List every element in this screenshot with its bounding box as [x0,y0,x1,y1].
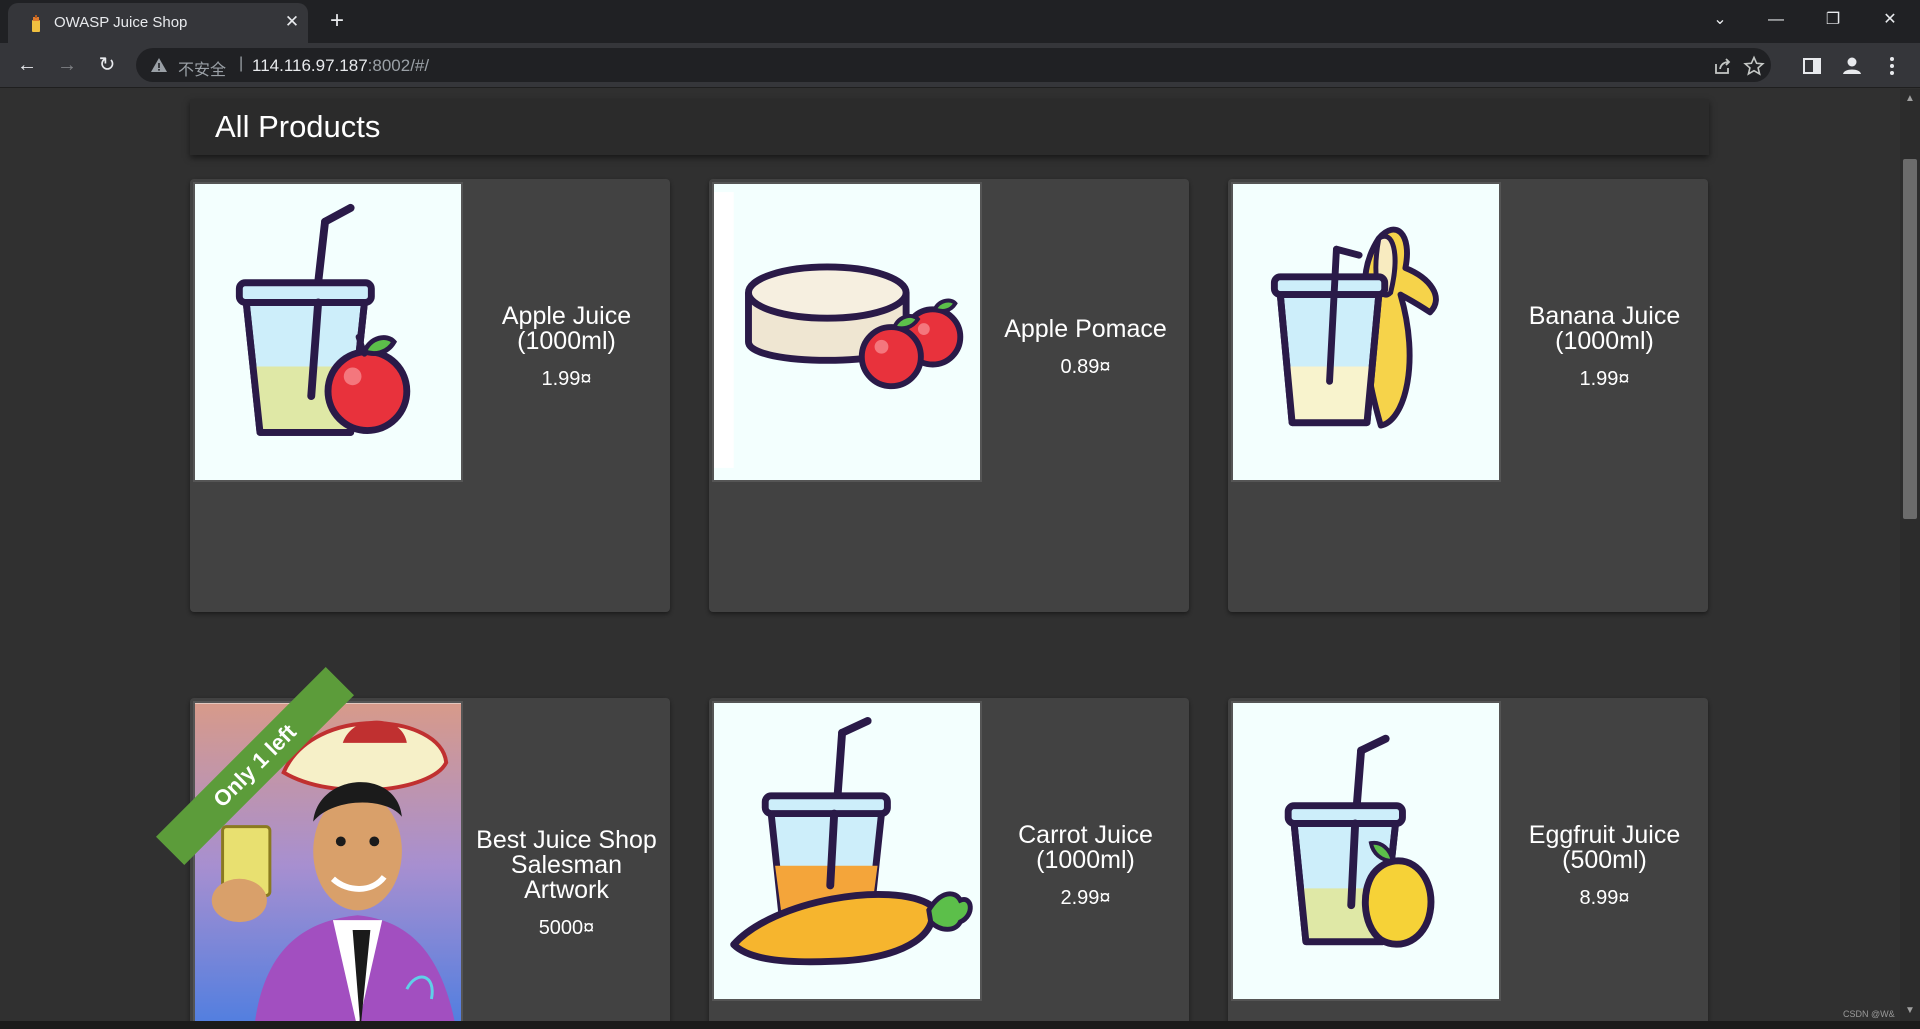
product-price: 8.99¤ [1579,887,1630,909]
product-image-carrot-juice[interactable] [712,701,982,1001]
bottom-strip [0,1021,1920,1029]
address-separator: | [239,55,244,72]
product-image-banana-juice[interactable] [1231,182,1501,482]
product-image-apple-juice[interactable] [193,182,463,482]
product-image-salesman-artwork[interactable] [193,701,463,1021]
product-card-apple-juice[interactable]: Apple Juice (1000ml) 1.99¤ [190,179,670,612]
side-panel-icon[interactable] [1799,53,1825,79]
security-label[interactable]: 不安全 [178,56,226,80]
reload-button[interactable]: ↻ [91,49,123,81]
product-price: 2.99¤ [1060,887,1111,909]
browser-tabstrip: OWASP Juice Shop ✕ + ⌄ — ❐ ✕ [0,0,1920,43]
product-card-banana-juice[interactable]: Banana Juice (1000ml) 1.99¤ [1228,179,1708,612]
menu-icon[interactable] [1879,53,1905,79]
product-price: 1.99¤ [541,368,592,390]
tab-close-icon[interactable]: ✕ [281,11,303,33]
product-name: Eggfruit Juice (500ml) [1528,821,1681,874]
product-card-apple-pomace[interactable]: Apple Pomace 0.89¤ [709,179,1189,612]
tab-title: OWASP Juice Shop [54,14,188,31]
product-card-salesman-artwork[interactable]: Only 1 left Best Juice Shop Salesman Art… [156,667,670,1021]
product-info: Eggfruit Juice (500ml) 8.99¤ [1501,823,1708,910]
product-name: Apple Pomace [1004,315,1167,343]
minimize-button[interactable]: — [1756,6,1796,34]
share-icon[interactable] [1712,55,1734,77]
scroll-thumb[interactable] [1903,159,1917,519]
juice-shop-favicon-icon [28,15,44,33]
warning-icon[interactable] [150,56,168,74]
forward-button[interactable]: → [51,49,83,81]
browser-toolbar: ← → ↻ 不安全 | 114.116.97.187:8002/#/ [0,43,1920,88]
product-card-eggfruit-juice[interactable]: Eggfruit Juice (500ml) 8.99¤ [1228,698,1708,1021]
browser-tab[interactable]: OWASP Juice Shop ✕ [8,3,308,43]
tab-search-dropdown-icon[interactable]: ⌄ [1700,6,1740,34]
profile-icon[interactable] [1839,53,1865,79]
scroll-down-icon[interactable]: ▼ [1903,1004,1917,1018]
scroll-up-icon[interactable]: ▲ [1903,92,1917,106]
product-name: Carrot Juice (1000ml) [1018,821,1153,874]
product-name: Banana Juice (1000ml) [1528,302,1681,355]
products-header: All Products [190,99,1709,155]
product-info: Apple Juice (1000ml) 1.99¤ [463,304,670,391]
product-price: 5000¤ [538,917,595,939]
star-icon[interactable] [1743,55,1765,77]
new-tab-button[interactable]: + [323,8,351,36]
product-card-carrot-juice[interactable]: Carrot Juice (1000ml) 2.99¤ [709,698,1189,1021]
product-info: Apple Pomace 0.89¤ [982,317,1189,379]
product-name: Apple Juice (1000ml) [501,302,632,355]
window-close-button[interactable]: ✕ [1870,6,1910,34]
restore-button[interactable]: ❐ [1813,6,1853,34]
page-content: All Products Apple Juice (1000ml) 1.99¤ … [0,89,1900,1021]
product-info: Best Juice Shop Salesman Artwork 5000¤ [463,828,670,940]
product-price: 0.89¤ [1060,356,1111,378]
url-path: :8002/#/ [367,56,430,75]
watermark: CSDN @W& [1843,1009,1895,1019]
product-image-eggfruit-juice[interactable] [1231,701,1501,1001]
url-host: 114.116.97.187 [252,56,368,75]
product-name: Best Juice Shop Salesman Artwork [476,826,657,904]
page-scrollbar[interactable]: ▲ ▼ [1900,89,1920,1021]
product-image-apple-pomace[interactable] [712,182,982,482]
url-text[interactable]: 114.116.97.187:8002/#/ [252,56,429,76]
product-price: 1.99¤ [1579,368,1630,390]
product-info: Carrot Juice (1000ml) 2.99¤ [982,823,1189,910]
page-title: All Products [215,109,381,144]
address-bar[interactable]: 不安全 | 114.116.97.187:8002/#/ [136,48,1771,82]
product-info: Banana Juice (1000ml) 1.99¤ [1501,304,1708,391]
back-button[interactable]: ← [11,49,43,81]
